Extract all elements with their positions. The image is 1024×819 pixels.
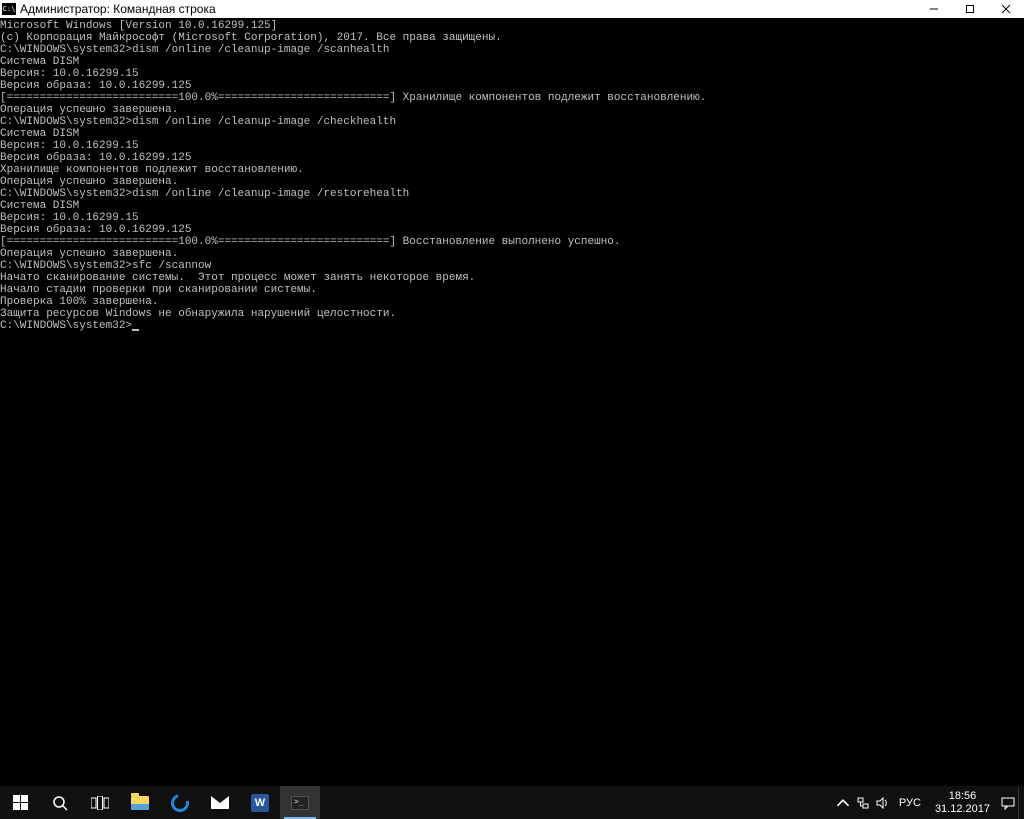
console-line: Начало стадии проверки при сканировании … <box>0 284 1024 296</box>
task-view-icon <box>91 796 109 810</box>
console-line: [==========================100.0%=======… <box>0 92 1024 104</box>
console-output[interactable]: Microsoft Windows [Version 10.0.16299.12… <box>0 18 1024 786</box>
notification-icon <box>1001 796 1015 810</box>
volume-icon <box>876 796 890 810</box>
word-icon: W <box>251 794 269 812</box>
tray-action-center-button[interactable] <box>998 786 1018 819</box>
cmd-window: C:\ Администратор: Командная строка Micr… <box>0 0 1024 786</box>
console-line: Версия: 10.0.16299.15 <box>0 212 1024 224</box>
cursor <box>132 329 139 331</box>
tray-network-button[interactable] <box>853 786 873 819</box>
console-line: Начато сканирование системы. Этот процес… <box>0 272 1024 284</box>
console-line: Операция успешно завершена. <box>0 104 1024 116</box>
console-line: Cистема DISM <box>0 56 1024 68</box>
console-line: Версия образа: 10.0.16299.125 <box>0 80 1024 92</box>
taskbar: W РУС 18:56 31.12.2017 <box>0 786 1024 819</box>
taskbar-left: W <box>0 786 320 819</box>
taskbar-right: РУС 18:56 31.12.2017 <box>833 786 1024 819</box>
tray-volume-button[interactable] <box>873 786 893 819</box>
console-line: (c) Корпорация Майкрософт (Microsoft Cor… <box>0 32 1024 44</box>
chevron-up-icon <box>836 796 850 810</box>
file-explorer-icon <box>131 796 149 810</box>
console-line: C:\WINDOWS\system32>dism /online /cleanu… <box>0 188 1024 200</box>
window-title: Администратор: Командная строка <box>20 2 216 16</box>
start-button[interactable] <box>0 786 40 819</box>
task-view-button[interactable] <box>80 786 120 819</box>
cmd-titlebar-icon: C:\ <box>2 3 16 15</box>
tray-clock[interactable]: 18:56 31.12.2017 <box>927 790 998 816</box>
windows-logo-icon <box>13 795 28 810</box>
console-line: Cистема DISM <box>0 200 1024 212</box>
taskbar-app-mail[interactable] <box>200 786 240 819</box>
maximize-button[interactable] <box>952 0 988 18</box>
taskbar-app-edge[interactable] <box>160 786 200 819</box>
console-line: Операция успешно завершена. <box>0 176 1024 188</box>
show-desktop-button[interactable] <box>1018 786 1024 819</box>
network-icon <box>856 796 870 810</box>
console-line: Защита ресурсов Windows не обнаружила на… <box>0 308 1024 320</box>
console-line: Microsoft Windows [Version 10.0.16299.12… <box>0 20 1024 32</box>
taskbar-app-word[interactable]: W <box>240 786 280 819</box>
tray-language-button[interactable]: РУС <box>893 797 927 809</box>
console-line: Версия: 10.0.16299.15 <box>0 140 1024 152</box>
console-line: C:\WINDOWS\system32>dism /online /cleanu… <box>0 44 1024 56</box>
console-line: Проверка 100% завершена. <box>0 296 1024 308</box>
console-line: C:\WINDOWS\system32>sfc /scannow <box>0 260 1024 272</box>
close-button[interactable] <box>988 0 1024 18</box>
search-button[interactable] <box>40 786 80 819</box>
edge-icon <box>168 790 193 815</box>
minimize-button[interactable] <box>916 0 952 18</box>
tray-time: 18:56 <box>935 790 990 803</box>
console-line: Версия образа: 10.0.16299.125 <box>0 224 1024 236</box>
taskbar-app-cmd[interactable] <box>280 786 320 819</box>
mail-icon <box>211 796 229 809</box>
console-line: Версия: 10.0.16299.15 <box>0 68 1024 80</box>
titlebar[interactable]: C:\ Администратор: Командная строка <box>0 0 1024 18</box>
console-line: C:\WINDOWS\system32>dism /online /cleanu… <box>0 116 1024 128</box>
console-line: Хранилище компонентов подлежит восстанов… <box>0 164 1024 176</box>
search-icon <box>52 795 68 811</box>
console-line: Версия образа: 10.0.16299.125 <box>0 152 1024 164</box>
tray-overflow-button[interactable] <box>833 786 853 819</box>
window-controls <box>916 0 1024 18</box>
cmd-icon <box>291 796 309 810</box>
taskbar-app-file-explorer[interactable] <box>120 786 160 819</box>
console-line: Cистема DISM <box>0 128 1024 140</box>
tray-date: 31.12.2017 <box>935 803 990 816</box>
console-line: Операция успешно завершена. <box>0 248 1024 260</box>
console-line: C:\WINDOWS\system32> <box>0 320 1024 332</box>
console-line: [==========================100.0%=======… <box>0 236 1024 248</box>
